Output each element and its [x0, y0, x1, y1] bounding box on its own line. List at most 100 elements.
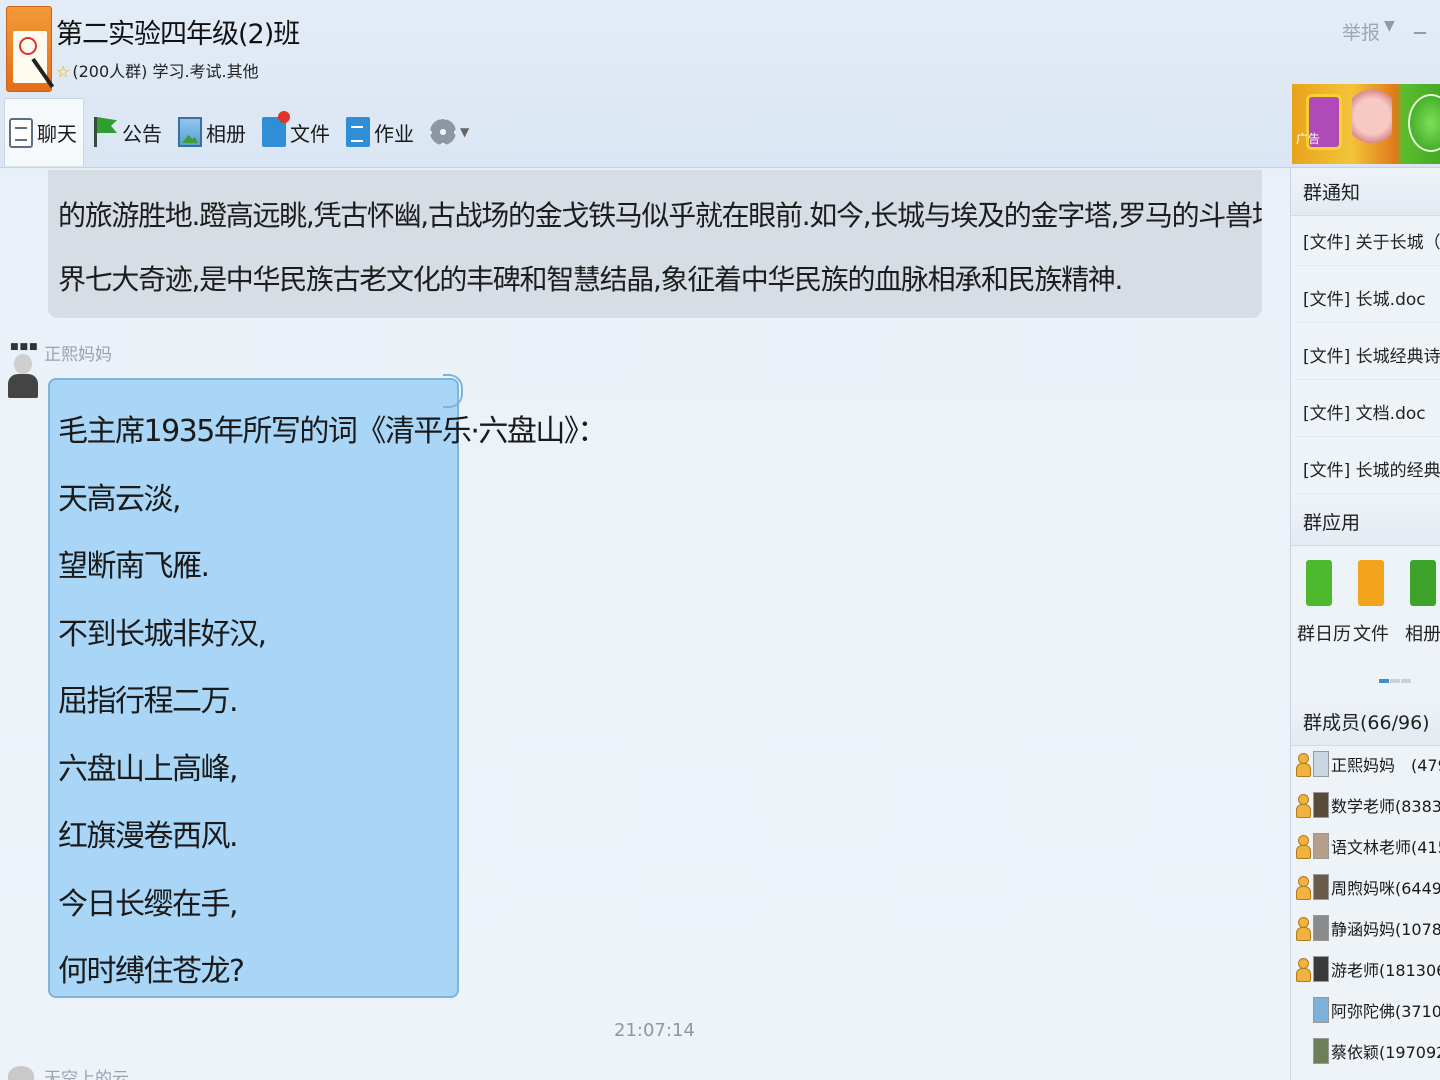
members-section-title: 群成员(66/96)	[1291, 698, 1440, 746]
member-name: 静涵妈妈(107837392	[1331, 920, 1440, 939]
member-item[interactable]: 正熙妈妈 (4795101	[1295, 744, 1440, 784]
tab-chat[interactable]: 聊天	[4, 98, 84, 166]
group-avatar[interactable]	[6, 6, 55, 92]
message-line: 屈指行程二万.	[58, 684, 239, 719]
app-label: 群日历	[1297, 624, 1351, 645]
message-line: 今日长缨在手,	[58, 886, 239, 922]
notice-item[interactable]: [文件] 关于长城（潘佚凯	[1295, 216, 1440, 266]
member-name: 游老师(1813068346)	[1331, 961, 1440, 980]
album-icon	[1410, 560, 1436, 606]
file-icon	[262, 111, 290, 147]
message-line: 红旗漫卷西风.	[58, 819, 239, 854]
member-name: 周煦妈咪(644914122	[1331, 879, 1440, 898]
chat-message-area[interactable]: 的旅游胜地.蹬高远眺,凭古怀幽,古战场的金戈铁马似乎就在眼前.如今,长城与埃及的…	[0, 168, 1290, 1080]
notice-item[interactable]: [文件] 长城经典诗文.doc	[1295, 330, 1440, 380]
tab-files[interactable]: 文件	[258, 101, 336, 163]
admin-role-icon	[1295, 751, 1311, 777]
notice-item[interactable]: [文件] 文档.doc	[1295, 387, 1440, 437]
avatar	[1313, 874, 1329, 900]
message-line: 望断南飞雁.	[58, 549, 210, 584]
member-name: 蔡依颖(1970926795)	[1331, 1043, 1440, 1062]
avatar	[1313, 751, 1329, 777]
gear-icon	[430, 119, 456, 145]
member-role-icon	[1295, 792, 1311, 818]
tab-files-label: 文件	[290, 121, 330, 146]
app-files[interactable]: 文件	[1349, 560, 1393, 646]
folder-icon	[1358, 560, 1384, 606]
group-tags: (200人群) 学习.考试.其他	[72, 62, 259, 81]
member-role-icon	[1295, 956, 1311, 982]
avatar	[1313, 997, 1329, 1023]
member-item[interactable]: 阿弥陀佛(37102444)	[1295, 990, 1440, 1030]
sender-name[interactable]: 正熙妈妈	[44, 340, 112, 365]
member-name: 语文林老师(4159696	[1331, 838, 1440, 857]
group-title[interactable]: 第二实验四年级(2)班	[56, 12, 300, 51]
homework-icon	[346, 117, 370, 147]
message-line: 何时缚住苍龙?	[58, 954, 245, 989]
member-item[interactable]: 数学老师(838395569	[1295, 785, 1440, 825]
tab-announcement[interactable]: 公告	[90, 101, 168, 163]
member-item[interactable]: 语文林老师(4159696	[1295, 826, 1440, 866]
cartoon-cat-image	[1352, 90, 1392, 156]
settings-menu-button[interactable]: ▼	[426, 101, 475, 163]
tab-homework[interactable]: 作业	[342, 101, 420, 163]
ad-banner[interactable]: 广告	[1292, 84, 1440, 164]
app-label: 相册	[1405, 624, 1440, 645]
member-item[interactable]: 蔡依颖(1970926795)	[1295, 1031, 1440, 1071]
chat-window-header: 第二实验四年级(2)班 ☆ (200人群) 学习.考试.其他 举报 ▼ 聊天 公告…	[0, 0, 1440, 168]
avatar	[1313, 792, 1329, 818]
chevron-down-icon: ▼	[460, 125, 470, 139]
chevron-down-icon[interactable]: ▼	[1384, 18, 1395, 34]
member-role-icon	[1295, 915, 1311, 941]
apps-section-title: 群应用	[1291, 498, 1440, 546]
report-link[interactable]: 举报	[1342, 18, 1380, 45]
app-calendar[interactable]: 群日历	[1297, 560, 1351, 646]
message-timestamp: 21:07:14	[614, 1020, 695, 1041]
chat-icon	[9, 117, 33, 148]
avatar	[1313, 1038, 1329, 1064]
member-item[interactable]: 游老师(1813068346)	[1295, 949, 1440, 989]
calendar-icon	[1306, 560, 1332, 606]
app-label: 文件	[1353, 624, 1389, 645]
tab-announcement-label: 公告	[122, 121, 162, 146]
tab-chat-label: 聊天	[37, 122, 77, 146]
notice-item[interactable]: [文件] 长城.doc	[1295, 273, 1440, 323]
photo-icon	[178, 117, 202, 147]
sender-name[interactable]: 天空上的云	[44, 1064, 129, 1080]
tab-album[interactable]: 相册	[174, 101, 252, 163]
flag-icon	[94, 117, 118, 147]
tab-homework-label: 作业	[374, 121, 414, 146]
avatar[interactable]	[8, 1066, 34, 1080]
message-bubble[interactable]: 毛主席1935年所写的词《清平乐·六盘山》： 天高云淡, 望断南飞雁. 不到长城…	[48, 374, 607, 998]
member-item[interactable]: 周煦妈咪(644914122	[1295, 867, 1440, 907]
member-name: 阿弥陀佛(37102444)	[1331, 1002, 1440, 1021]
message-line: 六盘山上高峰,	[58, 751, 239, 787]
group-side-panel: ⌃ 群通知 [文件] 关于长城（潘佚凯 [文件] 长城.doc [文件] 长城经…	[1290, 168, 1440, 1080]
message-line: 界七大奇迹,是中华民族古老文化的丰碑和智慧结晶,象征着中华民族的血脉相承和民族精…	[58, 263, 1123, 296]
apps-pager[interactable]	[1379, 668, 1412, 687]
group-toolbar: 聊天 公告 相册 文件 作业 ▼	[4, 98, 481, 166]
member-name: 正熙妈妈 (4795101	[1331, 756, 1440, 775]
member-item[interactable]: 静涵妈妈(107837392	[1295, 908, 1440, 948]
notice-item[interactable]: [文件] 长城的经典诗文(3	[1295, 444, 1440, 494]
avatar	[1313, 833, 1329, 859]
message-line: 天高云淡,	[58, 481, 182, 517]
avatar	[1313, 915, 1329, 941]
message-line: 毛主席1935年所写的词《清平乐·六盘山》：	[58, 414, 607, 449]
tab-album-label: 相册	[206, 121, 246, 146]
grade-seal-icon	[19, 37, 37, 55]
star-icon: ☆	[56, 62, 71, 81]
message-line: 不到长城非好汉,	[58, 616, 267, 652]
avatar	[1313, 956, 1329, 982]
notice-section-title: 群通知	[1291, 168, 1440, 216]
message-line: 的旅游胜地.蹬高远眺,凭古怀幽,古战场的金戈铁马似乎就在眼前.如今,长城与埃及的…	[58, 199, 1262, 232]
minimize-icon[interactable]	[1414, 32, 1426, 34]
member-name: 数学老师(838395569	[1331, 797, 1440, 816]
sign-in-badge	[1408, 94, 1440, 152]
avatar[interactable]: ■■■	[6, 340, 38, 402]
message-bubble[interactable]: 的旅游胜地.蹬高远眺,凭古怀幽,古战场的金戈铁马似乎就在眼前.如今,长城与埃及的…	[48, 170, 1262, 318]
member-role-icon	[1295, 833, 1311, 859]
ad-tag: 广告	[1296, 132, 1321, 146]
member-role-icon	[1295, 874, 1311, 900]
app-album[interactable]: 相册	[1401, 560, 1440, 646]
